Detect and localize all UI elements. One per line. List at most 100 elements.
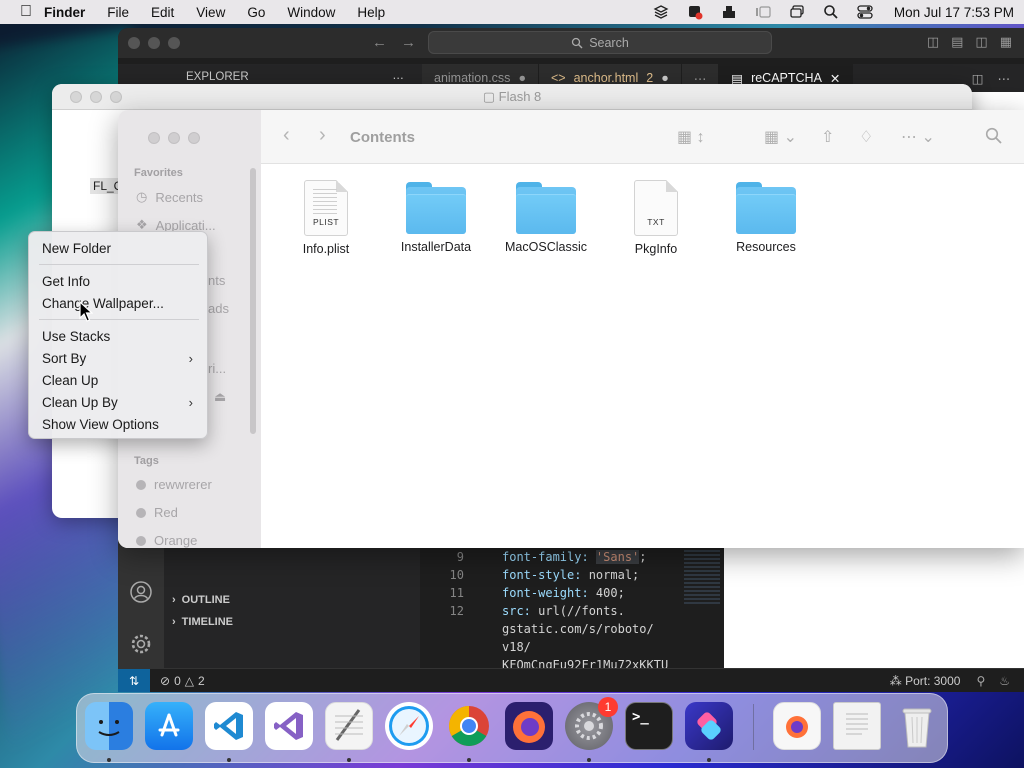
- group-by-icon[interactable]: ▦ ⌄: [764, 127, 797, 147]
- menu-item-sort-by[interactable]: Sort By ›: [29, 347, 207, 369]
- menu-item-label: New Folder: [42, 240, 112, 256]
- menu-window[interactable]: Window: [287, 5, 335, 20]
- tag-rewwrerer[interactable]: rewwrerer: [136, 477, 212, 492]
- view-mode-icon[interactable]: ▦ ↕: [677, 127, 705, 147]
- back-arrow-icon[interactable]: ←: [372, 34, 387, 51]
- action-menu-icon[interactable]: ⋯ ⌄: [901, 127, 935, 147]
- sidebar-scrollbar[interactable]: [250, 168, 256, 434]
- stage-manager-icon[interactable]: [754, 4, 772, 20]
- sidebar-item-partial[interactable]: ri...: [208, 361, 226, 376]
- sidebar-item-documents-partial[interactable]: nts: [208, 273, 225, 288]
- unsaved-dot-icon: ●: [518, 71, 526, 85]
- menu-view[interactable]: View: [196, 5, 225, 20]
- chrome-icon[interactable]: [445, 702, 493, 750]
- folder-icon: [516, 182, 576, 234]
- tag-red[interactable]: Red: [136, 505, 178, 520]
- forward-arrow-icon[interactable]: →: [401, 34, 416, 51]
- inbox-icon[interactable]: [720, 4, 738, 20]
- finder-window-controls[interactable]: [148, 132, 200, 144]
- screen-mirroring-icon[interactable]: [788, 4, 806, 20]
- customize-layout-icon[interactable]: ▦: [1000, 34, 1012, 50]
- menu-item-show-view-options[interactable]: Show View Options: [29, 413, 207, 435]
- chevron-right-icon: ›: [188, 394, 193, 410]
- menu-item-label: Sort By: [42, 350, 87, 366]
- menu-item-clean-up[interactable]: Clean Up: [29, 369, 207, 391]
- menu-item-clean-up-by[interactable]: Clean Up By ›: [29, 391, 207, 413]
- outline-section[interactable]: › OUTLINE: [172, 594, 230, 606]
- account-icon[interactable]: [129, 580, 153, 610]
- editor-more-icon[interactable]: ⋯: [998, 71, 1011, 86]
- menu-go[interactable]: Go: [247, 5, 265, 20]
- finder-icon[interactable]: [85, 702, 133, 750]
- running-indicator: [467, 758, 471, 762]
- file-name: MacOSClassic: [505, 240, 587, 254]
- file-item-pkginfo[interactable]: TXT PkgInfo: [606, 180, 706, 256]
- menu-item-use-stacks[interactable]: Use Stacks: [29, 325, 207, 347]
- tag-dot-icon: [136, 535, 146, 546]
- layers-icon[interactable]: [652, 4, 670, 20]
- tag-label: rewwrerer: [154, 477, 212, 492]
- sidebar-item-downloads-partial[interactable]: ads: [208, 301, 229, 316]
- folder-item-installerdata[interactable]: InstallerData: [386, 180, 486, 254]
- accounts-status-icon[interactable]: ⚲: [976, 674, 985, 688]
- folder-icon: ▢: [482, 89, 496, 104]
- vscode-window-controls[interactable]: [128, 37, 180, 49]
- toggle-panel-icon[interactable]: ▤: [951, 34, 963, 50]
- error-count: 0: [174, 673, 181, 688]
- textedit-icon[interactable]: [325, 702, 373, 750]
- notifications-bell-icon[interactable]: ♨: [999, 674, 1010, 688]
- apple-menu-icon[interactable]: : [10, 3, 44, 21]
- menu-item-change-wallpaper[interactable]: Change Wallpaper...: [29, 292, 207, 314]
- chevron-right-icon: ›: [172, 594, 176, 606]
- file-item-info-plist[interactable]: PLIST Info.plist: [276, 180, 376, 256]
- app-status-icon[interactable]: [686, 4, 704, 20]
- split-editor-icon[interactable]: ◫: [972, 71, 984, 86]
- terminal-icon[interactable]: >_: [625, 702, 673, 750]
- tab-label: animation.css: [434, 71, 511, 85]
- safari-icon[interactable]: [385, 702, 433, 750]
- back-chevron-icon[interactable]: ‹: [283, 124, 290, 147]
- menu-help[interactable]: Help: [357, 5, 385, 20]
- control-center-icon[interactable]: [856, 4, 874, 20]
- tag-orange[interactable]: Orange: [136, 533, 197, 548]
- tags-heading: Tags: [134, 455, 159, 467]
- doc-type-tag: PLIST: [312, 217, 340, 227]
- folder-item-macosclassic[interactable]: MacOSClassic: [496, 180, 596, 254]
- vscode-command-search[interactable]: Search: [428, 31, 772, 54]
- running-indicator: [107, 758, 111, 762]
- tag-icon[interactable]: ♢: [859, 127, 873, 147]
- firefox-doc-icon[interactable]: [773, 702, 821, 750]
- sidebar-item-label: Recents: [155, 189, 204, 205]
- menu-item-new-folder[interactable]: New Folder: [29, 237, 207, 259]
- menu-edit[interactable]: Edit: [151, 5, 174, 20]
- menu-item-get-info[interactable]: Get Info: [29, 270, 207, 292]
- problems-indicator[interactable]: ⊘ 0 △ 2: [160, 674, 205, 688]
- remote-indicator-icon[interactable]: ⇅: [118, 669, 150, 692]
- finder-toolbar: ‹ › Contents ▦ ↕ ▦ ⌄ ⇧ ♢ ⋯ ⌄: [261, 110, 1024, 164]
- live-server-port[interactable]: ⁂ Port: 3000: [890, 674, 961, 688]
- more-actions-icon[interactable]: ⋯: [393, 71, 405, 85]
- eject-icon[interactable]: ⏏: [214, 389, 226, 405]
- sidebar-item-recents[interactable]: ◷ Recents: [136, 189, 203, 205]
- search-icon[interactable]: [985, 127, 1002, 149]
- vscode-icon[interactable]: [205, 702, 253, 750]
- document-icon: PLIST: [304, 180, 348, 236]
- menu-file[interactable]: File: [107, 5, 129, 20]
- share-icon[interactable]: ⇧: [821, 127, 834, 147]
- forward-chevron-icon[interactable]: ›: [319, 124, 326, 147]
- settings-gear-icon[interactable]: [129, 632, 153, 662]
- timeline-section[interactable]: › TIMELINE: [172, 616, 233, 628]
- menu-app-name[interactable]: Finder: [44, 5, 85, 20]
- app-store-icon[interactable]: [145, 702, 193, 750]
- shortcuts-icon[interactable]: [685, 702, 733, 750]
- spotlight-search-icon[interactable]: [822, 4, 840, 20]
- visual-studio-icon[interactable]: [265, 702, 313, 750]
- folder-item-resources[interactable]: Resources: [716, 180, 816, 254]
- toggle-sidebar-icon[interactable]: ◫: [927, 34, 939, 50]
- menu-bar-clock[interactable]: Mon Jul 17 7:53 PM: [894, 5, 1014, 20]
- trash-icon[interactable]: [893, 702, 941, 750]
- firefox-icon[interactable]: [505, 702, 553, 750]
- toggle-secondary-sidebar-icon[interactable]: ◫: [975, 34, 987, 50]
- system-settings-icon[interactable]: 1: [565, 697, 618, 750]
- document-stack-icon[interactable]: [833, 702, 881, 750]
